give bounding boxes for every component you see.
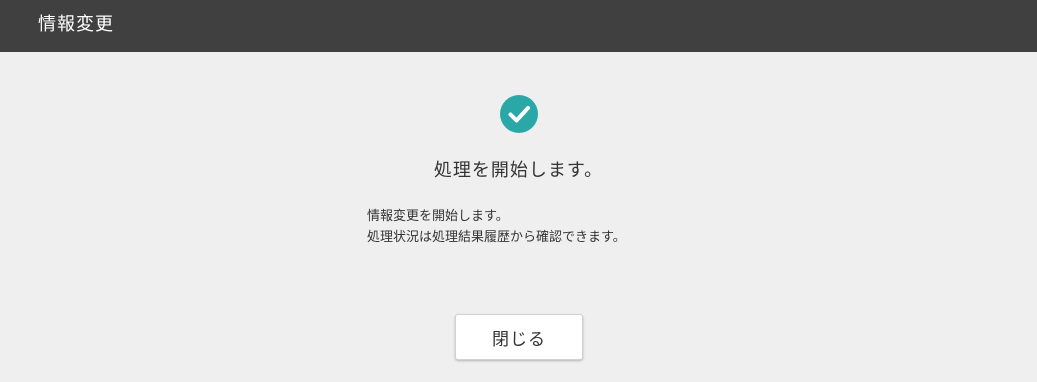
message-line: 情報変更を開始します。 xyxy=(367,209,509,224)
check-circle-icon xyxy=(500,95,538,133)
dialog-title: 情報変更 xyxy=(38,14,114,35)
close-button[interactable]: 閉じる xyxy=(455,314,583,360)
checkmark-icon xyxy=(508,106,530,123)
status-heading: 処理を開始します。 xyxy=(433,160,604,181)
message-line: 処理状況は処理結果履歴から確認できます。 xyxy=(367,230,626,245)
title-bar: 情報変更 xyxy=(0,0,1037,52)
completion-dialog: 情報変更 処理を開始します。 情報変更を開始します。 処理状況は処理結果履歴から… xyxy=(0,0,1037,382)
status-message: 情報変更を開始します。 処理状況は処理結果履歴から確認できます。 xyxy=(367,206,626,248)
